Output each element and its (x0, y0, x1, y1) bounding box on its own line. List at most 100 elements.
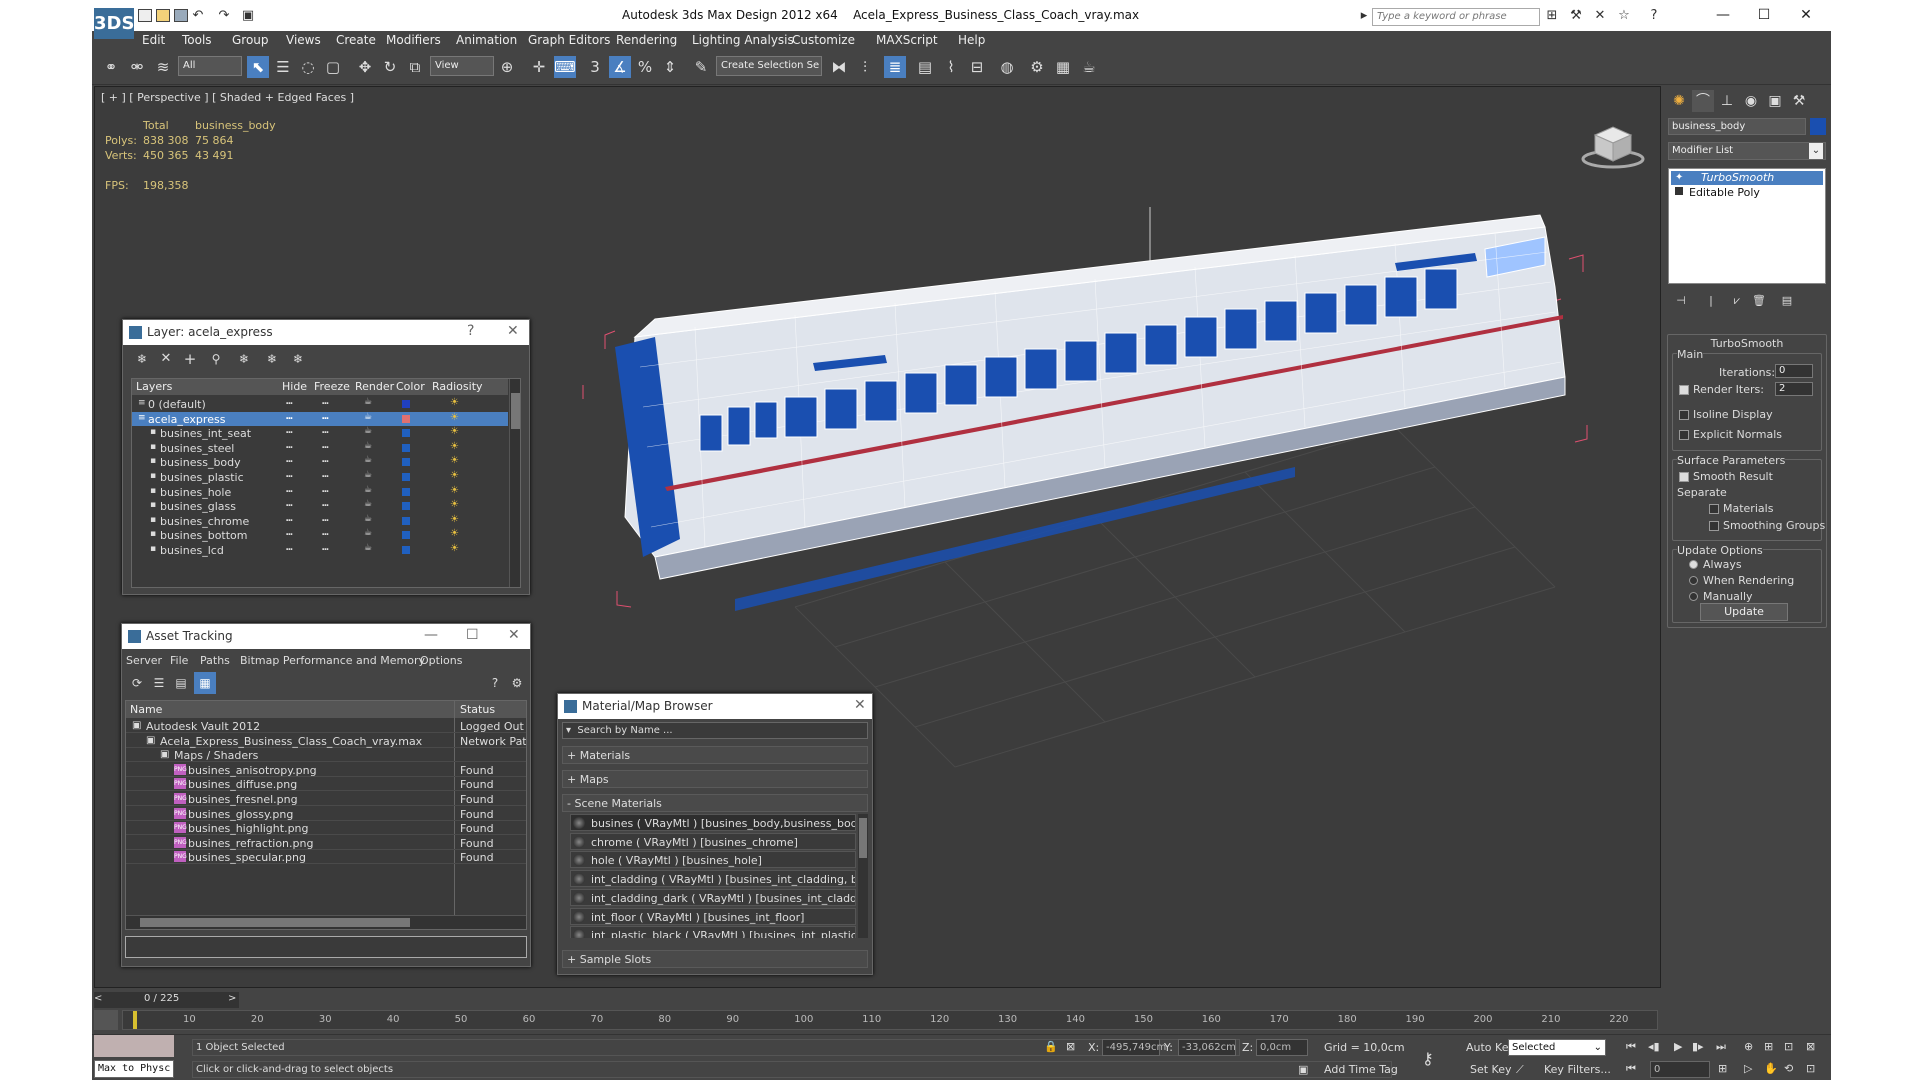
asset-row[interactable]: PNG busines_specular.png Found (126, 850, 526, 865)
freeze-toggle[interactable]: ┅ (322, 514, 329, 527)
col-hide[interactable]: Hide (282, 380, 307, 393)
reference-coordinate-dropdown[interactable]: View (430, 56, 494, 76)
refresh-icon[interactable]: ⟳ (126, 672, 148, 694)
table-view-icon[interactable]: ▤ (170, 672, 192, 694)
configure-modifier-sets-icon[interactable]: ▤ (1776, 290, 1798, 312)
asset-row[interactable]: PNG busines_highlight.png Found (126, 821, 526, 836)
curve-editor-icon[interactable]: ⌇ (940, 56, 962, 78)
material-row[interactable]: int_cladding ( VRayMtl ) [busines_int_cl… (570, 870, 856, 888)
menu-views[interactable]: Views (286, 33, 321, 47)
goto-end-icon[interactable]: ⏭ (1716, 1040, 1726, 1054)
prev-key-icon[interactable]: ◂▮ (1648, 1040, 1660, 1053)
close-icon[interactable]: ✕ (507, 323, 519, 339)
smoothing-groups-checkbox[interactable] (1709, 521, 1719, 531)
radiosity-icon[interactable]: ☀ (450, 412, 459, 423)
absolute-mode-icon[interactable]: ⊠ (1066, 1040, 1075, 1053)
help-icon[interactable]: ? (484, 672, 506, 694)
bind-spacewarp-icon[interactable]: ≋ (152, 56, 174, 78)
layer-color-swatch[interactable] (402, 502, 410, 511)
layer-row[interactable]: ≡ acela_express ┅ ┅ ☕ ☀ (132, 411, 508, 426)
material-scrollbar[interactable] (858, 814, 868, 938)
menu-rendering[interactable]: Rendering (616, 33, 677, 47)
freeze-toggle[interactable]: ┅ (322, 485, 329, 498)
trackbar-toggle-icon[interactable] (94, 1010, 118, 1030)
settings-icon[interactable]: ⚙ (506, 672, 528, 694)
asset-hscrollbar[interactable] (126, 915, 526, 929)
freeze-toggle[interactable]: ┅ (322, 426, 329, 439)
highlight-layer-icon[interactable]: ❄ (233, 348, 255, 370)
asset-path-field[interactable] (125, 936, 527, 958)
explicit-normals-checkbox[interactable] (1679, 430, 1689, 440)
perspective-viewport[interactable]: [ + ] [ Perspective ] [ Shaded + Edged F… (94, 86, 1661, 988)
asset-menu-server[interactable]: Server (126, 654, 162, 667)
hide-toggle[interactable]: ┅ (286, 528, 293, 541)
render-teapot-icon[interactable]: ☕ (364, 412, 372, 422)
group-scene-materials[interactable]: - Scene Materials (562, 794, 868, 812)
layer-color-swatch[interactable] (402, 414, 410, 423)
layer-row[interactable]: ≡ 0 (default) ┅ ┅ ☕ ☀ (132, 397, 508, 411)
window-crossing-icon[interactable]: ▢ (322, 56, 344, 78)
radiosity-icon[interactable]: ☀ (450, 514, 459, 525)
minimize-icon[interactable]: — (424, 627, 438, 643)
col-status[interactable]: Status (460, 703, 495, 716)
z-coordinate-field[interactable]: 0,0cm (1256, 1039, 1308, 1056)
layer-row[interactable]: ▪ busines_lcd ┅ ┅ ☕ ☀ (132, 543, 508, 557)
hide-toggle[interactable]: ┅ (286, 441, 293, 454)
render-setup-icon[interactable]: ⚙ (1026, 56, 1048, 78)
pan-icon[interactable]: ✋ (1764, 1062, 1778, 1075)
manually-radio[interactable] (1689, 592, 1698, 601)
layer-scroll-thumb[interactable] (511, 393, 520, 429)
set-key-button[interactable]: Set Key (1470, 1063, 1512, 1076)
menu-graph-editors[interactable]: Graph Editors (528, 33, 610, 47)
radiosity-icon[interactable]: ☀ (450, 528, 459, 539)
layer-color-swatch[interactable] (402, 546, 410, 554)
make-unique-icon[interactable]: ⩗ (1726, 290, 1748, 312)
radiosity-icon[interactable]: ☀ (450, 470, 459, 481)
key-filters-button[interactable]: Key Filters... (1544, 1063, 1611, 1076)
orbit-icon[interactable]: ⟲ (1784, 1062, 1793, 1075)
col-render[interactable]: Render (355, 380, 394, 393)
asset-menu-bitmap[interactable]: Bitmap Performance and Memory (240, 654, 425, 667)
current-frame-field[interactable]: 0 (1650, 1061, 1710, 1078)
layer-row[interactable]: ▪ busines_steel ┅ ┅ ☕ ☀ (132, 441, 508, 455)
pin-stack-icon[interactable]: ⊣ (1670, 290, 1692, 312)
asset-row[interactable]: ▣ Maps / Shaders (126, 748, 526, 763)
next-frame-icon[interactable]: > (228, 993, 236, 1004)
curve-icon[interactable]: ⟋ (1516, 1063, 1524, 1077)
layer-scrollbar[interactable] (509, 379, 520, 587)
asset-row[interactable]: ▣ Autodesk Vault 2012 Logged Out ... (126, 719, 526, 733)
schematic-view-icon[interactable]: ⊟ (966, 56, 988, 78)
render-teapot-icon[interactable]: ☕ (364, 514, 372, 524)
next-key-icon[interactable]: ▮▸ (1692, 1040, 1704, 1053)
hide-toggle[interactable]: ┅ (286, 470, 293, 483)
select-objects-icon[interactable]: ⚲ (205, 348, 227, 370)
render-teapot-icon[interactable]: ☕ (364, 441, 372, 451)
utilities-tab-icon[interactable]: ⚒ (1788, 90, 1810, 112)
render-iters-spinner[interactable]: 2 (1775, 382, 1813, 396)
add-to-layer-icon[interactable]: + (179, 348, 201, 370)
mirror-icon[interactable]: ⧓ (828, 56, 850, 78)
menu-help[interactable]: Help (958, 33, 985, 47)
group-maps[interactable]: + Maps (562, 770, 868, 788)
render-teapot-icon[interactable]: ☕ (364, 499, 372, 509)
layer-row[interactable]: ▪ busines_plastic ┅ ┅ ☕ ☀ (132, 470, 508, 484)
play-icon[interactable]: ▶ (1674, 1040, 1682, 1053)
freeze-toggle[interactable]: ┅ (322, 412, 329, 425)
layer-row[interactable]: ▪ busines_int_seat ┅ ┅ ☕ ☀ (132, 426, 508, 440)
update-button[interactable]: Update (1700, 603, 1788, 621)
open-file-icon[interactable] (156, 9, 170, 22)
rendered-frame-window-icon[interactable]: ▦ (1052, 56, 1074, 78)
hide-toggle[interactable]: ┅ (286, 455, 293, 468)
move-icon[interactable]: ✥ (354, 56, 376, 78)
project-folder-icon[interactable]: ▣ (240, 8, 256, 24)
object-name-field[interactable]: business_body (1668, 118, 1806, 135)
always-radio[interactable] (1689, 560, 1698, 569)
freeze-toggle[interactable]: ┅ (322, 543, 329, 556)
asset-row[interactable]: PNG busines_anisotropy.png Found (126, 763, 526, 777)
material-row[interactable]: busines ( VRayMtl ) [busines_body,busine… (570, 814, 856, 831)
modify-tab-icon[interactable]: ⌒ (1692, 90, 1714, 112)
render-teapot-icon[interactable]: ☕ (364, 455, 372, 465)
maximize-icon[interactable]: ☐ (466, 627, 479, 643)
maximize-button[interactable]: ☐ (1744, 2, 1784, 28)
radiosity-icon[interactable]: ☀ (450, 485, 459, 496)
